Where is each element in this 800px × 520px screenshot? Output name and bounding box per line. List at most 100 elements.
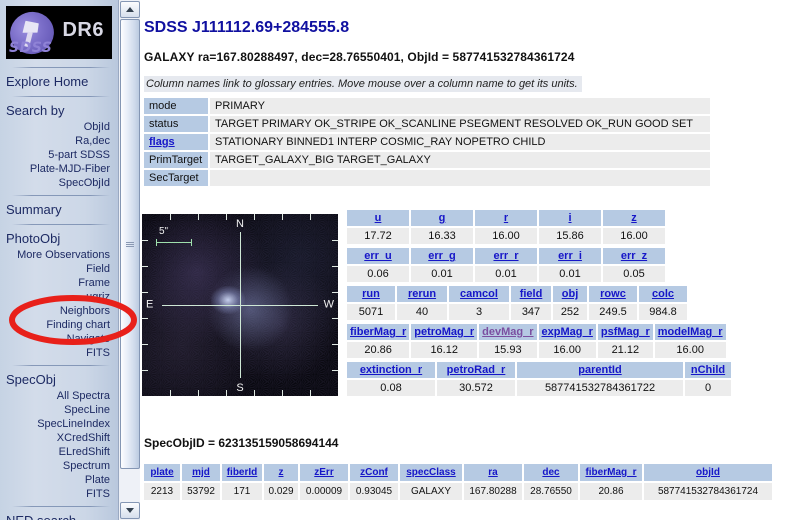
sidebar-item-plate[interactable]: Plate (0, 473, 118, 487)
sidebar-item-field[interactable]: Field (0, 262, 118, 276)
col-header[interactable]: specClass (400, 464, 462, 481)
col-header[interactable]: rowc (589, 286, 637, 302)
col-header[interactable]: petroMag_r (411, 324, 478, 340)
col-header[interactable]: modelMag_r (654, 324, 726, 340)
link-fiberid[interactable]: fiberId (227, 467, 258, 478)
scroll-down-button[interactable] (120, 502, 140, 519)
col-header[interactable]: petroRad_r (437, 362, 515, 378)
col-header[interactable]: z (603, 210, 665, 226)
col-header[interactable]: fiberMag_r (580, 464, 642, 481)
link-extinction-r[interactable]: extinction_r (360, 364, 422, 376)
sidebar-section-ned-search[interactable]: NED search (0, 512, 118, 520)
link-r[interactable]: r (504, 212, 508, 224)
sidebar-item-objid[interactable]: ObjId (0, 120, 118, 134)
link-devmag-r[interactable]: devMag_r (482, 326, 533, 338)
col-header[interactable]: field (511, 286, 551, 302)
link-colc[interactable]: colc (652, 288, 674, 300)
col-header[interactable]: rerun (397, 286, 447, 302)
image-cutout[interactable]: N S E W 5" (142, 214, 338, 396)
col-header[interactable]: parentId (517, 362, 683, 378)
col-header[interactable]: psfMag_r (597, 324, 653, 340)
link-petrorad-r[interactable]: petroRad_r (447, 364, 506, 376)
col-header[interactable]: extinction_r (347, 362, 435, 378)
sidebar-item-radec[interactable]: Ra,dec (0, 134, 118, 148)
link-objid[interactable]: objId (696, 467, 720, 478)
col-header[interactable]: err_u (347, 248, 409, 264)
col-header[interactable]: fiberMag_r (347, 324, 410, 340)
link-camcol[interactable]: camcol (460, 288, 498, 300)
col-header[interactable]: colc (639, 286, 687, 302)
link-redshift-z[interactable]: z (279, 467, 284, 478)
sidebar-item-summary[interactable]: Summary (0, 201, 118, 219)
sidebar-item-5-part-sdss[interactable]: 5-part SDSS (0, 148, 118, 162)
link-nchild[interactable]: nChild (691, 364, 725, 376)
link-dec[interactable]: dec (542, 467, 559, 478)
link-parentid[interactable]: parentId (578, 364, 621, 376)
sidebar-item-frame[interactable]: Frame (0, 276, 118, 290)
link-i[interactable]: i (568, 212, 571, 224)
link-g[interactable]: g (439, 212, 446, 224)
sidebar-item-specobj-fits[interactable]: FITS (0, 487, 118, 501)
link-modelmag-r[interactable]: modelMag_r (658, 326, 723, 338)
sidebar-item-photoobj-fits[interactable]: FITS (0, 346, 118, 360)
vertical-scrollbar[interactable] (118, 0, 140, 520)
col-header[interactable]: err_r (475, 248, 537, 264)
link-psfmag-r[interactable]: psfMag_r (601, 326, 650, 338)
link-err-u[interactable]: err_u (364, 250, 392, 262)
col-header[interactable]: ra (464, 464, 522, 481)
sdss-logo[interactable]: SDSS DR6 (6, 6, 112, 59)
col-header[interactable]: u (347, 210, 409, 226)
link-rerun[interactable]: rerun (408, 288, 436, 300)
col-header[interactable]: run (347, 286, 395, 302)
sidebar-section-photoobj[interactable]: PhotoObj (0, 230, 118, 248)
link-run[interactable]: run (362, 288, 380, 300)
sidebar-item-speclineindex[interactable]: SpecLineIndex (0, 417, 118, 431)
sidebar-item-all-spectra[interactable]: All Spectra (0, 389, 118, 403)
link-specclass[interactable]: specClass (406, 467, 455, 478)
sidebar-item-neighbors[interactable]: Neighbors (0, 304, 118, 318)
col-header[interactable]: obj (553, 286, 587, 302)
col-header[interactable]: i (539, 210, 601, 226)
col-header[interactable]: plate (144, 464, 180, 481)
sidebar-item-elredshift[interactable]: ELredShift (0, 445, 118, 459)
link-err-z[interactable]: err_z (621, 250, 647, 262)
link-fibermag-r[interactable]: fiberMag_r (350, 326, 406, 338)
col-header[interactable]: err_z (603, 248, 665, 264)
sidebar-item-xcredshift[interactable]: XCredShift (0, 431, 118, 445)
sidebar-item-more-observations[interactable]: More Observations (0, 248, 118, 262)
col-header[interactable]: r (475, 210, 537, 226)
link-zerr[interactable]: zErr (314, 467, 333, 478)
link-rowc[interactable]: rowc (600, 288, 626, 300)
col-header[interactable]: camcol (449, 286, 509, 302)
col-header[interactable]: expMag_r (538, 324, 596, 340)
attr-key-link[interactable]: flags (144, 134, 208, 150)
sidebar-section-specobj[interactable]: SpecObj (0, 371, 118, 389)
col-header[interactable]: mjd (182, 464, 220, 481)
link-field[interactable]: field (520, 288, 543, 300)
col-header[interactable]: dec (524, 464, 578, 481)
link-zconf[interactable]: zConf (360, 467, 388, 478)
col-header[interactable]: z (264, 464, 298, 481)
sidebar-item-spectrum[interactable]: Spectrum (0, 459, 118, 473)
link-plate[interactable]: plate (150, 467, 173, 478)
sidebar-item-specobjid[interactable]: SpecObjId (0, 176, 118, 190)
sidebar-item-navigate[interactable]: Navigate (0, 332, 118, 346)
scrollbar-thumb[interactable] (120, 19, 140, 469)
col-header[interactable]: err_g (411, 248, 473, 264)
sidebar-item-finding-chart[interactable]: Finding chart (0, 318, 118, 332)
link-err-r[interactable]: err_r (493, 250, 518, 262)
col-header[interactable]: devMag_r (479, 324, 537, 340)
link-expmag-r[interactable]: expMag_r (542, 326, 593, 338)
link-err-g[interactable]: err_g (428, 250, 456, 262)
col-header[interactable]: zConf (350, 464, 398, 481)
col-header[interactable]: g (411, 210, 473, 226)
link-ra[interactable]: ra (488, 467, 497, 478)
col-header[interactable]: objId (644, 464, 772, 481)
link-spec-fibermag-r[interactable]: fiberMag_r (585, 467, 636, 478)
col-header[interactable]: err_i (539, 248, 601, 264)
link-u[interactable]: u (375, 212, 382, 224)
link-z[interactable]: z (631, 212, 637, 224)
flags-glossary-link[interactable]: flags (149, 136, 175, 148)
sidebar-item-ugriz[interactable]: ugriz (0, 290, 118, 304)
sidebar-item-explore-home[interactable]: Explore Home (0, 73, 118, 91)
